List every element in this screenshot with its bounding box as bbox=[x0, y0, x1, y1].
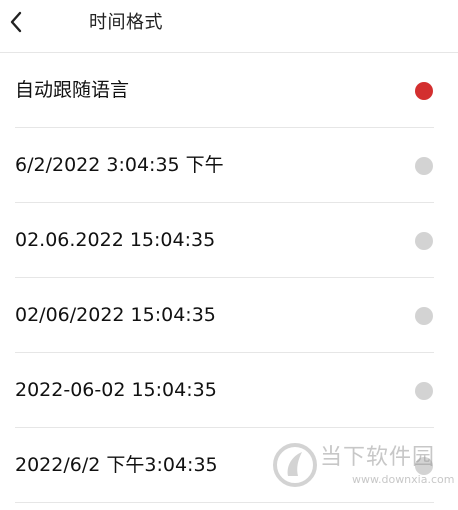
app-header: 时间格式 bbox=[0, 0, 458, 52]
option-label: 02/06/2022 15:04:35 bbox=[15, 304, 216, 326]
radio-button[interactable] bbox=[415, 232, 433, 250]
option-row-auto[interactable]: 自动跟随语言 bbox=[0, 53, 458, 128]
time-format-list: 自动跟随语言 6/2/2022 3:04:35 下午 02.06.2022 15… bbox=[0, 53, 458, 503]
option-row-cn-12h[interactable]: 2022/6/2 下午3:04:35 bbox=[0, 428, 458, 503]
divider bbox=[15, 502, 434, 503]
option-label: 6/2/2022 3:04:35 下午 bbox=[15, 154, 224, 176]
radio-button[interactable] bbox=[415, 157, 433, 175]
option-row-us-12h[interactable]: 6/2/2022 3:04:35 下午 bbox=[0, 128, 458, 203]
option-row-slashed[interactable]: 02/06/2022 15:04:35 bbox=[0, 278, 458, 353]
page-title: 时间格式 bbox=[89, 12, 163, 33]
back-button[interactable] bbox=[5, 7, 27, 37]
radio-button[interactable] bbox=[415, 82, 433, 100]
radio-button[interactable] bbox=[415, 382, 433, 400]
option-label: 2022-06-02 15:04:35 bbox=[15, 379, 217, 401]
radio-button[interactable] bbox=[415, 307, 433, 325]
option-row-dotted[interactable]: 02.06.2022 15:04:35 bbox=[0, 203, 458, 278]
option-label: 自动跟随语言 bbox=[15, 79, 130, 101]
chevron-left-icon bbox=[10, 11, 22, 33]
option-row-iso[interactable]: 2022-06-02 15:04:35 bbox=[0, 353, 458, 428]
radio-button[interactable] bbox=[415, 457, 433, 475]
option-label: 02.06.2022 15:04:35 bbox=[15, 229, 216, 251]
option-label: 2022/6/2 下午3:04:35 bbox=[15, 454, 218, 476]
